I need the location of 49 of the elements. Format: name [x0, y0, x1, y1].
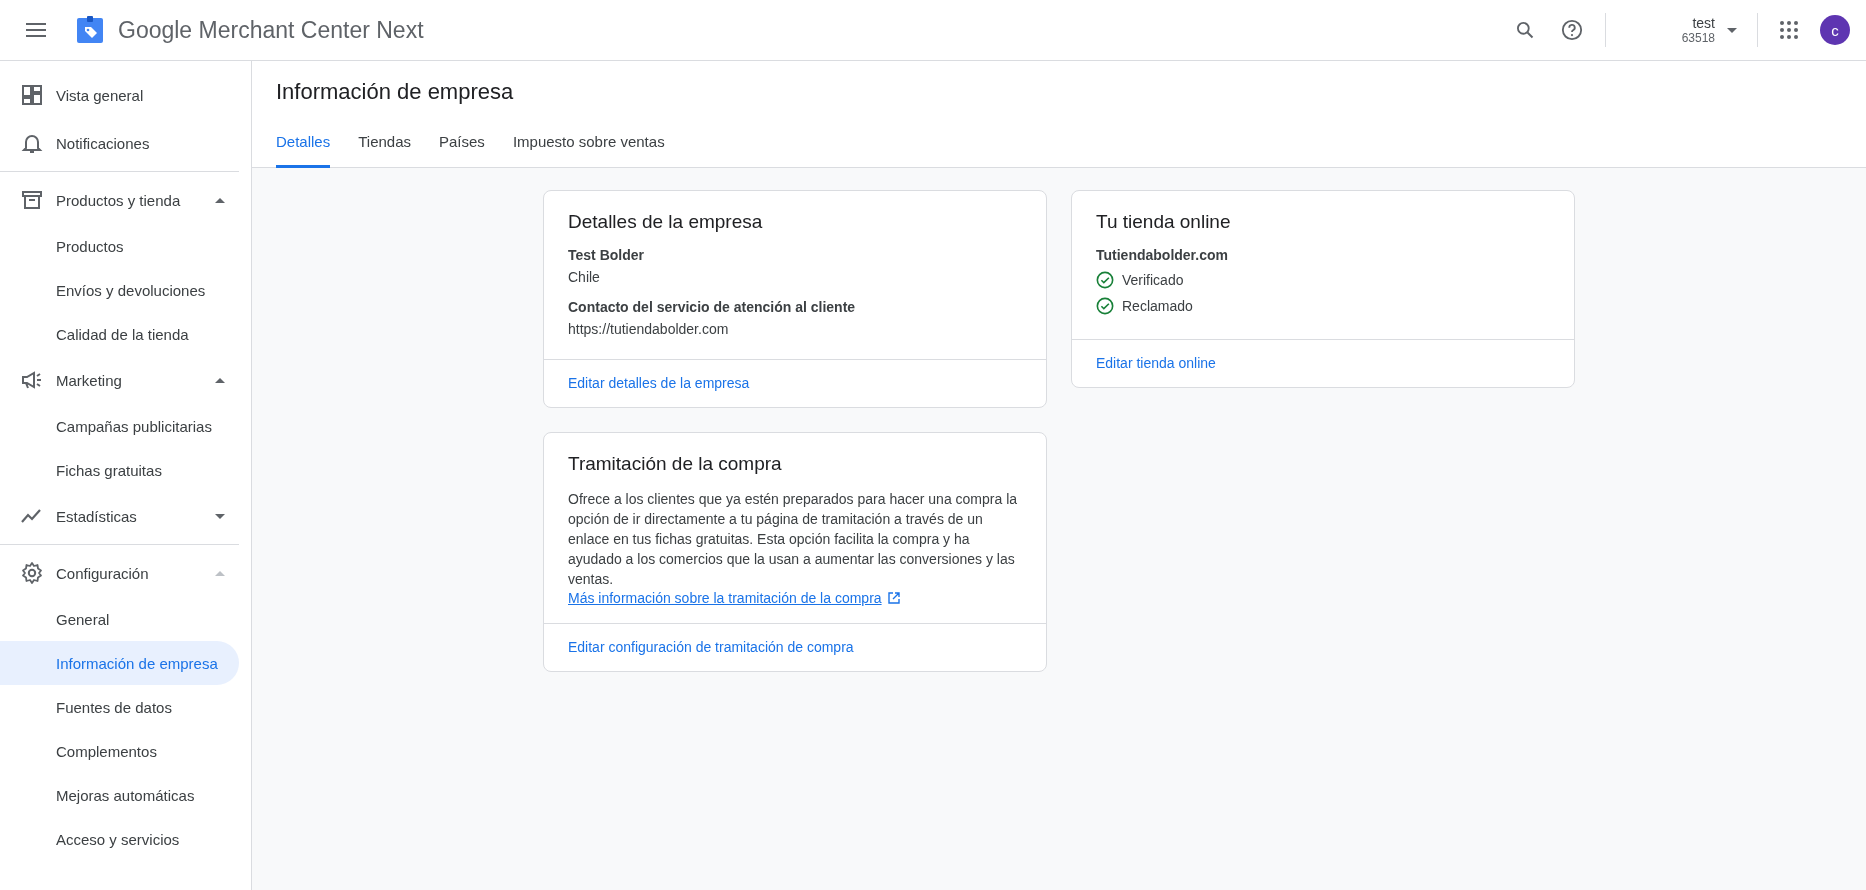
page-title: Información de empresa	[276, 78, 515, 106]
caret-up-icon	[215, 570, 225, 576]
field-value: Chile	[568, 269, 601, 285]
menu-icon	[26, 23, 46, 37]
card-title: Tu tienda online	[1096, 211, 1232, 233]
app-title: Google Merchant Center Next	[118, 16, 424, 44]
card-title: Tramitación de la compra	[568, 453, 783, 475]
edit-link[interactable]: Editar configuración de tramitación de compra	[568, 639, 854, 655]
tab[interactable]: Impuesto sobre ventas	[498, 125, 679, 168]
search-icon	[1514, 20, 1535, 40]
learn-more-link[interactable]: Más información sobre la tramitación de la compra	[568, 590, 900, 606]
status-text: Verificado	[1122, 272, 1184, 288]
field-label: Test Bolder	[568, 247, 645, 263]
status-text: Reclamado	[1122, 298, 1193, 314]
nav-item[interactable]: Productos	[0, 224, 239, 268]
nav-item[interactable]: Vista general	[0, 71, 239, 119]
help-icon	[1560, 19, 1583, 41]
shopping-bag-logo-icon	[76, 16, 104, 44]
caret-up-icon	[215, 377, 225, 383]
nav-item[interactable]: Envíos y devoluciones	[0, 268, 239, 312]
edit-link[interactable]: Editar tienda online	[1096, 355, 1216, 371]
external-link-icon	[887, 592, 900, 604]
field-label: Tutiendabolder.com	[1096, 247, 1229, 263]
edit-link[interactable]: Editar detalles de la empresa	[568, 375, 750, 391]
gear-icon	[20, 561, 44, 585]
nav-item[interactable]: Notificaciones	[0, 119, 239, 167]
tab[interactable]: Países	[425, 125, 499, 168]
field-label: Contacto del servicio de atención al cliente	[568, 299, 857, 315]
account-switcher[interactable]: test 63518	[1681, 15, 1737, 45]
dropdown-caret-icon	[1727, 27, 1737, 33]
account-name: test	[1692, 15, 1715, 31]
nav-item[interactable]: Campañas publicitarias	[0, 404, 239, 448]
archive-box-icon	[20, 188, 44, 212]
account-id: 63518	[1681, 31, 1715, 45]
description-text: Ofrece a los clientes que ya estén preparados para hacer una compra la opción de ir directamente a tu página de tramitación a través de un enlace en tus fichas gratuitas. Esta opción facilita la compra y ha ayudado a los comercios que la usan a aumentar las conversiones y las ventas.	[568, 490, 1019, 589]
nav-section[interactable]: Estadísticas	[0, 492, 239, 540]
nav-item[interactable]: Calidad de la tienda	[0, 312, 239, 356]
avatar[interactable]: c	[1820, 15, 1850, 45]
dashboard-icon	[20, 83, 44, 107]
tab[interactable]: Detalles	[276, 125, 331, 168]
nav-section[interactable]: Productos y tienda	[0, 176, 239, 224]
apps-grid-icon	[1780, 21, 1798, 39]
card-title: Detalles de la empresa	[568, 211, 764, 233]
nav-item[interactable]: Fichas gratuitas	[0, 448, 239, 492]
caret-up-icon	[215, 197, 225, 203]
tab[interactable]: Tiendas	[344, 125, 425, 168]
field-value: https://tutiendabolder.com	[568, 321, 730, 337]
caret-down-icon	[215, 513, 225, 519]
nav-section[interactable]: Marketing	[0, 356, 239, 404]
